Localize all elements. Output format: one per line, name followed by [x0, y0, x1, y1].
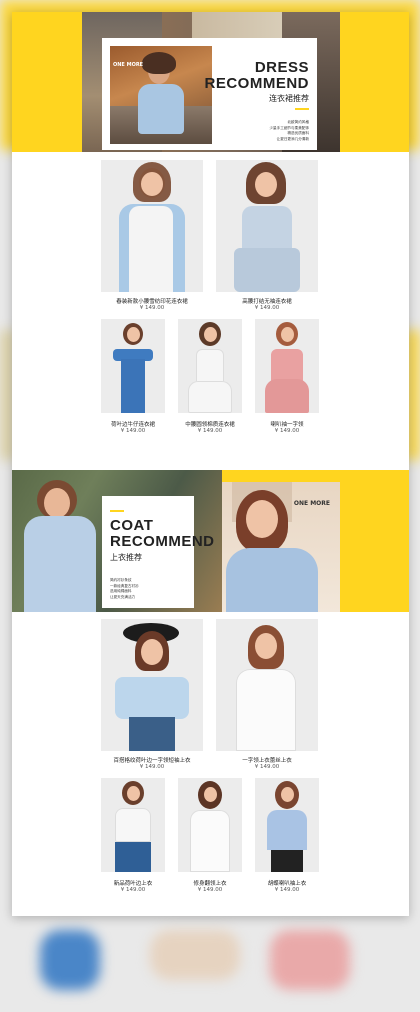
dress-title-line2: RECOMMEND [204, 75, 309, 92]
dress-title-line1: DRESS [254, 59, 309, 76]
product-image[interactable] [216, 160, 318, 292]
product-name[interactable]: 荷叶边牛仔连衣裙 [101, 420, 165, 428]
product-image[interactable] [178, 319, 242, 413]
dress-title-cn: 连衣裙推荐 [269, 94, 309, 103]
product-name[interactable]: 胡蝶喇叭袖上衣 [255, 879, 319, 887]
product-name[interactable]: 修身翻领上衣 [178, 879, 242, 887]
product-image[interactable] [101, 778, 165, 872]
product-price: ¥ 149.00 [274, 887, 300, 893]
product-card[interactable]: 中腰圆领棉质连衣裙 ¥ 149.00 [178, 319, 242, 439]
product-price: ¥ 149.00 [139, 764, 165, 770]
coat-accent-bar [110, 510, 124, 512]
product-image[interactable] [101, 619, 203, 751]
product-image[interactable] [101, 319, 165, 413]
coat-banner-photo-right: ONE MORE [222, 482, 340, 612]
product-card[interactable]: 喇叭袖一字领 ¥ 149.00 [255, 319, 319, 439]
product-image[interactable] [178, 778, 242, 872]
dress-title-card: ONE MORE DRESS RECOMMEND 连衣裙推荐 北欧简约风格 少量… [102, 38, 317, 150]
product-name[interactable]: 中腰圆领棉质连衣裙 [178, 420, 242, 428]
coat-title-cn: 上衣推荐 [110, 553, 142, 562]
product-name[interactable]: 喇叭袖一字领 [255, 420, 319, 428]
product-card[interactable]: 荷叶边牛仔连衣裙 ¥ 149.00 [101, 319, 165, 439]
product-card[interactable]: 修身翻领上衣 ¥ 149.00 [178, 778, 242, 898]
product-card[interactable]: 新品荷叶边上衣 ¥ 149.00 [101, 778, 165, 898]
product-price: ¥ 149.00 [254, 764, 280, 770]
coat-title-card: COAT RECOMMEND 上衣推荐 简约衬衫条纹 一款经典复古衬衫 选用纯棉… [102, 496, 214, 608]
dress-desc: 北欧简约风格 少量手工细节与柔美配饰 精选优质面料 让夏日更添几分清新 [269, 120, 309, 141]
product-image[interactable] [255, 778, 319, 872]
product-card[interactable]: 胡蝶喇叭袖上衣 ¥ 149.00 [255, 778, 319, 898]
product-price: ¥ 149.00 [274, 428, 300, 434]
product-name[interactable]: 新品荷叶边上衣 [101, 879, 165, 887]
product-card[interactable]: 百搭格纹荷叶边一字领短袖上衣 ¥ 149.00 [101, 619, 203, 771]
product-price: ¥ 149.00 [120, 428, 146, 434]
dress-card-photo: ONE MORE [110, 46, 212, 144]
product-image[interactable] [101, 160, 203, 292]
product-price: ¥ 149.00 [254, 305, 280, 311]
coat-desc: 简约衬衫条纹 一款经典复古衬衫 选用纯棉面料 让夏天充满活力 [110, 578, 139, 599]
product-name[interactable]: 春装新款小腰雪纺印花连衣裙 [101, 297, 203, 305]
product-price: ¥ 149.00 [197, 887, 223, 893]
coat-title-line2: RECOMMEND [110, 533, 215, 550]
product-image[interactable] [255, 319, 319, 413]
product-price: ¥ 149.00 [139, 305, 165, 311]
dress-card-brand: ONE MORE [113, 62, 144, 68]
product-card[interactable]: 一字领上衣蕾丝上衣 ¥ 149.00 [216, 619, 318, 771]
coat-title-line1: COAT [110, 517, 154, 534]
product-name[interactable]: 一字领上衣蕾丝上衣 [216, 756, 318, 764]
product-name[interactable]: 百搭格纹荷叶边一字领短袖上衣 [101, 756, 203, 764]
product-price: ¥ 149.00 [120, 887, 146, 893]
product-card[interactable]: 高腰打结无袖连衣裙 ¥ 149.00 [216, 160, 318, 312]
product-name[interactable]: 高腰打结无袖连衣裙 [216, 297, 318, 305]
product-card[interactable]: 春装新款小腰雪纺印花连衣裙 ¥ 149.00 [101, 160, 203, 312]
product-price: ¥ 149.00 [197, 428, 223, 434]
coat-banner-brand: ONE MORE [293, 500, 330, 507]
product-image[interactable] [216, 619, 318, 751]
dress-accent-bar [295, 108, 309, 110]
page-canvas: ONE MORE DRESS RECOMMEND 连衣裙推荐 北欧简约风格 少量… [12, 12, 409, 916]
